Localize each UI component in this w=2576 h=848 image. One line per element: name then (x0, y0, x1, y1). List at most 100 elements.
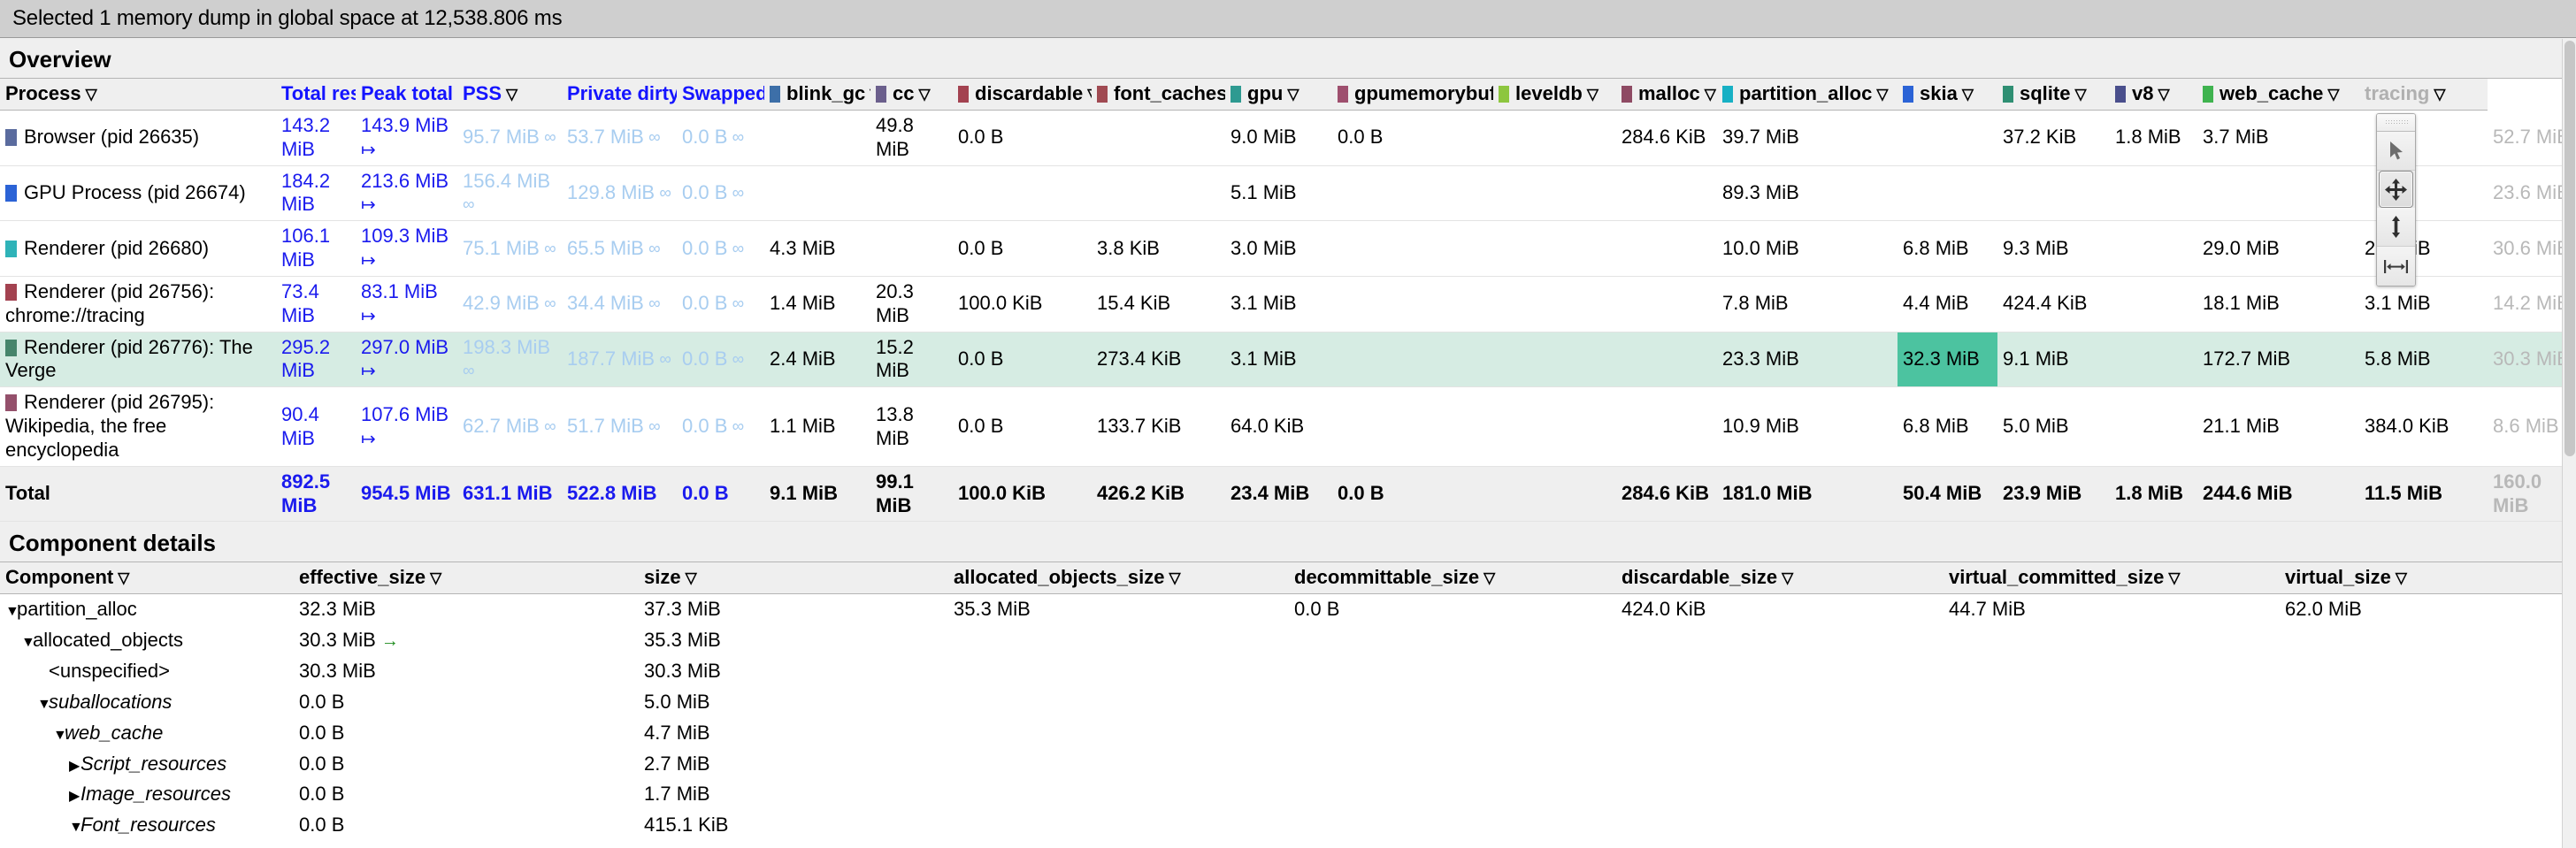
overview-process-row[interactable]: Browser (pid 26635) 143.2 MiB 143.9 MiB ↦ 9… (0, 110, 2576, 166)
overview-value-cell[interactable]: 172.7 MiB (2197, 332, 2359, 387)
sort-caret-icon[interactable]: ▽ (686, 569, 697, 587)
overview-value-cell[interactable]: 244.6 MiB (2197, 466, 2359, 522)
virtual-size-cell[interactable] (2280, 841, 2576, 847)
overview-value-cell[interactable]: 100.0 KiB (953, 466, 1092, 522)
virtual-committed-size-cell[interactable] (1944, 749, 2280, 780)
overview-col-header-v8[interactable]: v8 ▽ (2110, 79, 2197, 111)
overview-value-cell[interactable]: 2.4 MiB (764, 332, 870, 387)
overview-value-cell[interactable] (1332, 221, 1493, 277)
overview-value-cell[interactable] (2110, 276, 2197, 332)
virtual-size-cell[interactable] (2280, 749, 2576, 780)
overview-value-cell[interactable] (1332, 387, 1493, 466)
overview-value-cell[interactable]: 284.6 KiB (1616, 111, 1717, 166)
chevron-down-icon[interactable]: ▼ (53, 727, 67, 745)
vertical-zoom-mode-button[interactable] (2377, 208, 2415, 247)
overview-value-cell[interactable]: 32.3 MiB (1898, 332, 1997, 387)
overview-value-cell[interactable]: 273.4 KiB (1092, 332, 1225, 387)
overview-value-cell[interactable]: 4.4 MiB (1898, 276, 1997, 332)
overview-value-cell[interactable] (870, 221, 953, 277)
overview-col-header-font-caches[interactable]: font_caches▽ (1092, 79, 1225, 111)
size-cell[interactable]: 415.1 KiB (639, 810, 948, 841)
sort-caret-icon[interactable]: ▽ (1705, 86, 1716, 103)
sort-caret-icon[interactable]: ▽ (118, 569, 129, 587)
overview-value-cell[interactable]: 954.5 MiB (356, 466, 457, 522)
sort-caret-icon[interactable]: ▽ (1287, 86, 1299, 103)
overview-value-cell[interactable]: 11.5 MiB (2359, 466, 2488, 522)
overview-col-header-malloc[interactable]: malloc ▽ (1616, 79, 1717, 111)
process-name-cell[interactable]: Renderer (pid 26776): The Verge (0, 332, 276, 387)
effective-size-cell[interactable]: 32.3 MiB (294, 594, 639, 625)
component-tree-row[interactable]: ▼partition_alloc 32.3 MiB 37.3 MiB 35.3 MiB… (0, 593, 2576, 626)
overview-value-cell[interactable]: 89.3 MiB (1717, 165, 1898, 221)
overview-value-cell[interactable]: 10.0 MiB (1717, 221, 1898, 277)
overview-value-cell[interactable] (1616, 276, 1717, 332)
pan-mode-button[interactable] (2379, 171, 2413, 208)
sort-caret-icon[interactable]: ▽ (2168, 569, 2180, 587)
component-tree-row[interactable]: ▼12 0.0 B 11.4 KiB (0, 841, 2576, 847)
overview-value-cell[interactable]: 109.3 MiB ↦ (356, 221, 457, 277)
overview-value-cell[interactable] (1092, 165, 1225, 221)
toolbar-drag-handle[interactable] (2377, 114, 2415, 132)
overview-value-cell[interactable]: 5.1 MiB (1225, 165, 1332, 221)
decommittable-size-cell[interactable] (1289, 656, 1616, 687)
overview-value-cell[interactable]: 21.1 MiB (2197, 387, 2359, 466)
component-col-header-virtual_size[interactable]: virtual_size ▽ (2280, 562, 2576, 595)
component-tree-row[interactable]: ▼allocated_objects 30.3 MiB → 35.3 MiB (0, 625, 2576, 657)
overview-value-cell[interactable]: 39.7 MiB (1717, 111, 1898, 166)
process-name-cell[interactable]: GPU Process (pid 26674) (0, 165, 276, 221)
decommittable-size-cell[interactable] (1289, 749, 1616, 780)
virtual-size-cell[interactable] (2280, 656, 2576, 687)
overview-value-cell[interactable]: 1.1 MiB (764, 387, 870, 466)
effective-size-cell[interactable]: 0.0 B (294, 687, 639, 718)
overview-value-cell[interactable]: 424.4 KiB (1997, 276, 2110, 332)
decommittable-size-cell[interactable] (1289, 841, 1616, 847)
overview-value-cell[interactable]: 9.3 MiB (1997, 221, 2110, 277)
overview-col-header-discardable[interactable]: discardable▽ (953, 79, 1092, 111)
discardable-size-cell[interactable] (1616, 687, 1944, 718)
mode-toolbar[interactable] (2376, 113, 2416, 286)
effective-size-cell[interactable]: 0.0 B (294, 779, 639, 810)
virtual-size-cell[interactable] (2280, 625, 2576, 656)
overview-col-header-process[interactable]: Process ▽ (0, 79, 276, 111)
overview-value-cell[interactable] (1493, 466, 1616, 522)
component-name-cell[interactable]: ▼Font_resources (0, 810, 294, 841)
overview-value-cell[interactable] (1616, 165, 1717, 221)
effective-size-cell[interactable]: 0.0 B (294, 749, 639, 780)
virtual-committed-size-cell[interactable]: 44.7 MiB (1944, 594, 2280, 625)
overview-value-cell[interactable]: 9.1 MiB (764, 466, 870, 522)
overview-value-cell[interactable] (1616, 387, 1717, 466)
allocated-objects-size-cell[interactable] (948, 779, 1289, 810)
overview-value-cell[interactable] (1493, 111, 1616, 166)
overview-value-cell[interactable]: 0.0 B ∞ (677, 276, 764, 332)
sort-caret-icon[interactable]: ▽ (430, 569, 441, 587)
discardable-size-cell[interactable] (1616, 749, 1944, 780)
component-name-cell[interactable]: ▶Image_resources (0, 779, 294, 810)
effective-size-cell[interactable]: 30.3 MiB → (294, 625, 639, 656)
component-tree-row[interactable]: ▼web_cache 0.0 B 4.7 MiB (0, 717, 2576, 749)
overview-value-cell[interactable]: 100.0 KiB (953, 276, 1092, 332)
chevron-down-icon[interactable]: ▼ (37, 696, 51, 714)
vertical-scrollbar[interactable] (2562, 39, 2576, 848)
overview-col-header-tracing[interactable]: tracing ▽ (2359, 79, 2488, 111)
overview-value-cell[interactable]: 50.4 MiB (1898, 466, 1997, 522)
overview-value-cell[interactable]: 522.8 MiB (562, 466, 677, 522)
process-name-cell[interactable]: Total (0, 466, 276, 522)
discardable-size-cell[interactable] (1616, 810, 1944, 841)
overview-value-cell[interactable]: 0.0 B (953, 387, 1092, 466)
allocated-objects-size-cell[interactable] (948, 810, 1289, 841)
overview-value-cell[interactable]: 184.2 MiB (276, 165, 356, 221)
overview-value-cell[interactable] (1493, 276, 1616, 332)
overview-value-cell[interactable]: 631.1 MiB (457, 466, 562, 522)
sort-caret-icon[interactable]: ▽ (86, 86, 97, 103)
sort-caret-icon[interactable]: ▽ (2396, 569, 2407, 587)
effective-size-cell[interactable]: 0.0 B (294, 718, 639, 749)
chevron-right-icon[interactable]: ▶ (69, 758, 80, 775)
component-col-header-allocated_objects_size[interactable]: allocated_objects_size ▽ (948, 562, 1289, 595)
overview-value-cell[interactable]: 65.5 MiB ∞ (562, 221, 677, 277)
overview-value-cell[interactable]: 62.7 MiB ∞ (457, 387, 562, 466)
overview-value-cell[interactable]: 143.9 MiB ↦ (356, 111, 457, 166)
size-cell[interactable]: 11.4 KiB (639, 841, 948, 847)
overview-value-cell[interactable]: 6.8 MiB (1898, 221, 1997, 277)
overview-value-cell[interactable]: 3.1 MiB (1225, 276, 1332, 332)
virtual-committed-size-cell[interactable] (1944, 841, 2280, 847)
